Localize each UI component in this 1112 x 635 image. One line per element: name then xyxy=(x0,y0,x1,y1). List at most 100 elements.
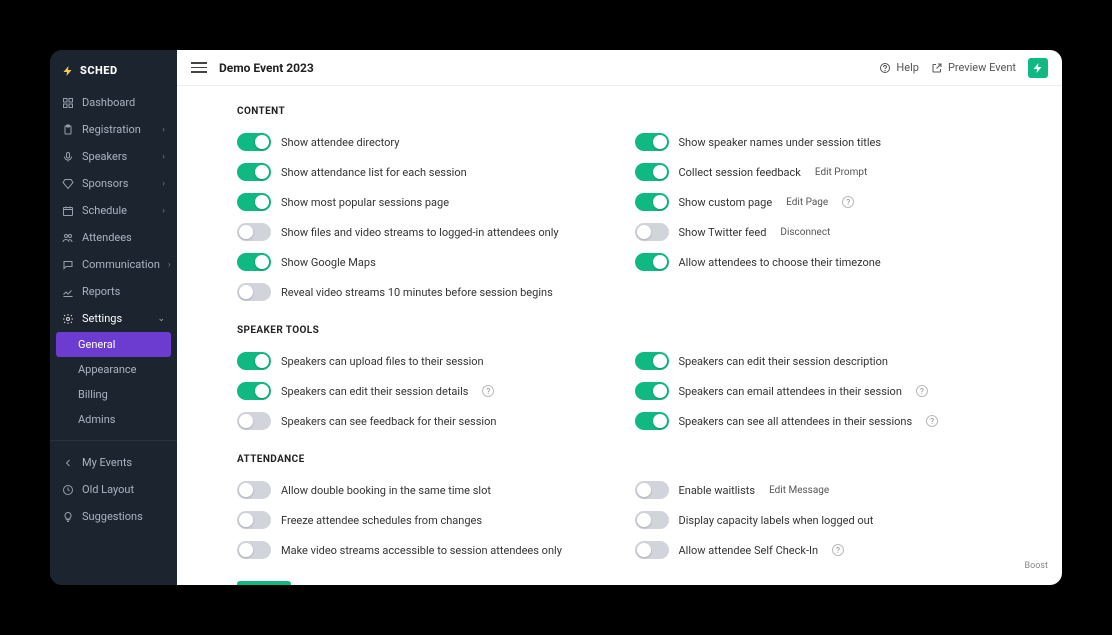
sidebar-item-sponsors[interactable]: Sponsors› xyxy=(50,170,177,197)
brand-name: SCHED xyxy=(80,64,118,77)
toggle[interactable] xyxy=(635,133,669,151)
sidebar-item-label: Schedule xyxy=(82,204,154,217)
preview-label: Preview Event xyxy=(948,61,1016,74)
setting-label: Show speaker names under session titles xyxy=(679,136,882,149)
sidebar: SCHED DashboardRegistration›Speakers›Spo… xyxy=(50,50,177,585)
setting-action-link[interactable]: Disconnect xyxy=(780,227,830,238)
sidebar-item-reports[interactable]: Reports xyxy=(50,278,177,305)
help-link[interactable]: Help xyxy=(879,61,919,74)
sidebar-item-speakers[interactable]: Speakers› xyxy=(50,143,177,170)
help-tooltip-icon[interactable]: ? xyxy=(926,415,938,427)
toggle[interactable] xyxy=(635,511,669,529)
sidebar-item-label: My Events xyxy=(82,456,165,469)
mic-icon xyxy=(62,151,74,163)
setting-row: Show custom page Edit Page? xyxy=(635,187,1003,217)
hamburger-icon[interactable] xyxy=(191,60,207,76)
avatar[interactable] xyxy=(1028,58,1048,78)
sidebar-item-schedule[interactable]: Schedule› xyxy=(50,197,177,224)
setting-row: Speakers can edit their session details? xyxy=(237,376,605,406)
sidebar-sub-admins[interactable]: Admins xyxy=(50,407,177,432)
toggle[interactable] xyxy=(237,133,271,151)
sidebar-nav: DashboardRegistration›Speakers›Sponsors›… xyxy=(50,89,177,585)
toggle[interactable] xyxy=(237,382,271,400)
setting-row: Allow attendees to choose their timezone xyxy=(635,247,1003,277)
toggle[interactable] xyxy=(237,541,271,559)
setting-row: Show attendee directory xyxy=(237,127,605,157)
setting-label: Show custom page xyxy=(679,196,773,209)
chevron-icon: › xyxy=(168,260,171,270)
toggle[interactable] xyxy=(237,352,271,370)
setting-row: Show Google Maps xyxy=(237,247,605,277)
sidebar-sub-general[interactable]: General xyxy=(56,332,171,357)
setting-label: Speakers can edit their session details xyxy=(281,385,468,398)
toggle[interactable] xyxy=(237,253,271,271)
toggle[interactable] xyxy=(635,253,669,271)
toggle[interactable] xyxy=(237,511,271,529)
grid-icon xyxy=(62,97,74,109)
sidebar-item-label: Sponsors xyxy=(82,177,154,190)
toggle[interactable] xyxy=(635,412,669,430)
setting-row: Show most popular sessions page xyxy=(237,187,605,217)
sidebar-sub-appearance[interactable]: Appearance xyxy=(50,357,177,382)
setting-label: Speakers can edit their session descript… xyxy=(679,355,888,368)
sidebar-item-registration[interactable]: Registration › xyxy=(50,116,177,143)
setting-label: Allow attendee Self Check-In xyxy=(679,544,819,557)
toggle[interactable] xyxy=(237,163,271,181)
boost-link[interactable]: Boost xyxy=(1025,561,1048,571)
setting-action-link[interactable]: Edit Message xyxy=(769,485,829,496)
setting-label: Speakers can see feedback for their sess… xyxy=(281,415,496,428)
setting-label: Allow double booking in the same time sl… xyxy=(281,484,491,497)
setting-row: Speakers can edit their session descript… xyxy=(635,346,1003,376)
sidebar-sub-billing[interactable]: Billing xyxy=(50,382,177,407)
sidebar-footer-old-layout[interactable]: Old Layout xyxy=(50,476,177,503)
help-icon xyxy=(879,62,891,74)
toggle[interactable] xyxy=(635,481,669,499)
setting-label: Display capacity labels when logged out xyxy=(679,514,874,527)
sidebar-item-attendees[interactable]: Attendees xyxy=(50,224,177,251)
toggle[interactable] xyxy=(635,541,669,559)
help-tooltip-icon[interactable]: ? xyxy=(842,196,854,208)
toggle[interactable] xyxy=(237,223,271,241)
avatar-icon xyxy=(1032,62,1044,74)
toggle[interactable] xyxy=(237,283,271,301)
sidebar-item-label: Communication xyxy=(82,258,160,271)
chevron-icon: ⌄ xyxy=(157,314,165,324)
sidebar-footer-my-events[interactable]: My Events xyxy=(50,449,177,476)
toggle[interactable] xyxy=(237,412,271,430)
toggle[interactable] xyxy=(237,193,271,211)
chevron-icon: › xyxy=(162,152,165,162)
toggle[interactable] xyxy=(635,352,669,370)
sidebar-item-settings[interactable]: Settings ⌄ xyxy=(50,305,177,332)
chart-icon xyxy=(62,286,74,298)
toggle[interactable] xyxy=(635,163,669,181)
chat-icon xyxy=(62,259,74,271)
brand-logo[interactable]: SCHED xyxy=(50,50,177,89)
setting-action-link[interactable]: Edit Prompt xyxy=(815,167,867,178)
help-tooltip-icon[interactable]: ? xyxy=(916,385,928,397)
toggle[interactable] xyxy=(635,223,669,241)
sidebar-item-dashboard[interactable]: Dashboard xyxy=(50,89,177,116)
sidebar-item-label: Settings xyxy=(82,312,149,325)
sidebar-footer-suggestions[interactable]: Suggestions xyxy=(50,503,177,530)
setting-label: Reveal video streams 10 minutes before s… xyxy=(281,286,553,299)
preview-link[interactable]: Preview Event xyxy=(931,61,1016,74)
setting-row: Show attendance list for each session xyxy=(237,157,605,187)
toggle[interactable] xyxy=(635,382,669,400)
sidebar-item-communication[interactable]: Communication › xyxy=(50,251,177,278)
event-title: Demo Event 2023 xyxy=(219,61,314,75)
main-content: Demo Event 2023 Help Preview Event CONTE… xyxy=(177,50,1062,585)
setting-action-link[interactable]: Edit Page xyxy=(786,197,828,208)
setting-label: Show Google Maps xyxy=(281,256,376,269)
setting-row: Display capacity labels when logged out xyxy=(635,505,1003,535)
help-tooltip-icon[interactable]: ? xyxy=(832,544,844,556)
save-button[interactable]: Save xyxy=(237,581,291,585)
setting-row: Collect session feedbackEdit Prompt xyxy=(635,157,1003,187)
setting-label: Show files and video streams to logged-i… xyxy=(281,226,559,239)
help-tooltip-icon[interactable]: ? xyxy=(482,385,494,397)
sidebar-item-label: Registration xyxy=(82,123,154,136)
chevron-icon: › xyxy=(162,125,165,135)
setting-label: Speakers can upload files to their sessi… xyxy=(281,355,484,368)
toggle[interactable] xyxy=(237,481,271,499)
setting-row: Reveal video streams 10 minutes before s… xyxy=(237,277,605,307)
toggle[interactable] xyxy=(635,193,669,211)
